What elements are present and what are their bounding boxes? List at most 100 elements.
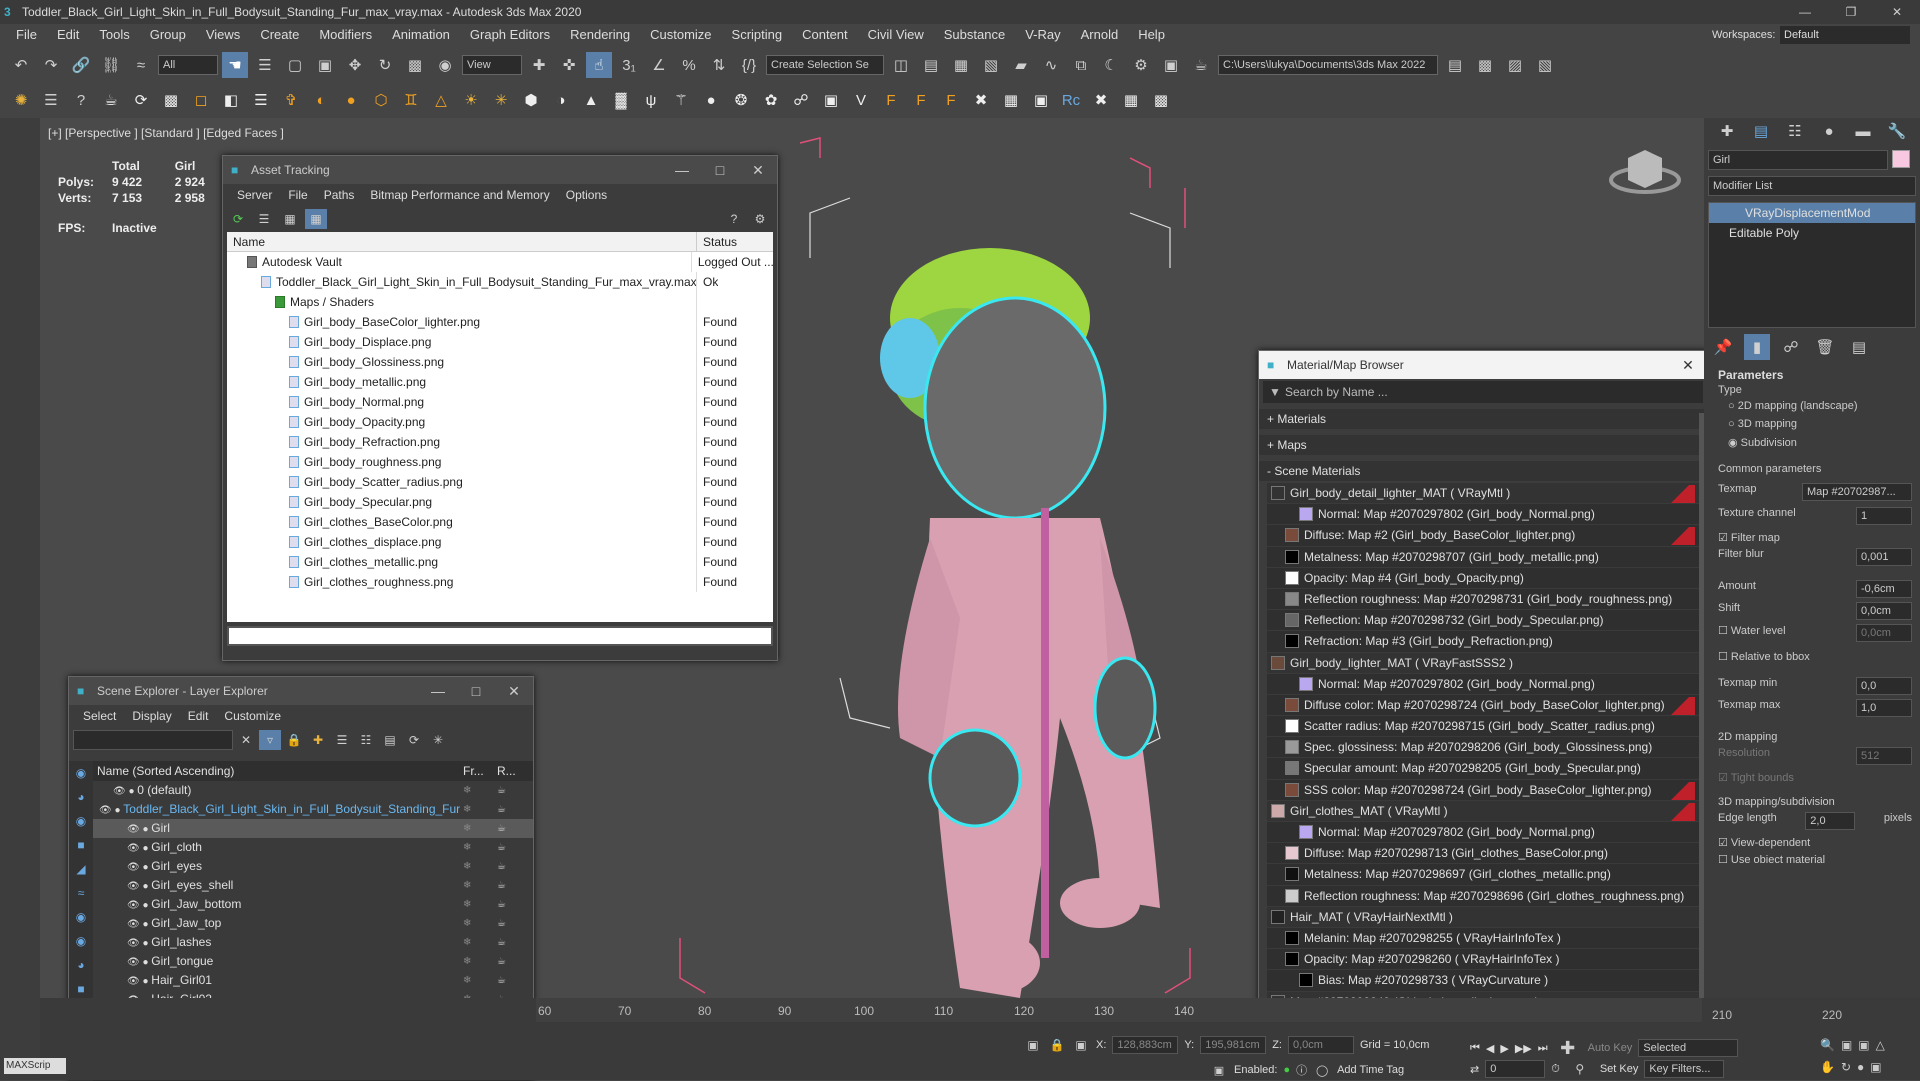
new-layer-icon[interactable]: ✚ [307,730,329,750]
rect-selection-icon[interactable]: ▢ [282,52,308,78]
table-view-icon[interactable]: ▦ [279,209,301,229]
display-tab-icon[interactable]: ▬ [1850,118,1876,144]
bitmap-icon[interactable]: ▣ [818,87,844,113]
render-icon[interactable]: ☕ [497,971,506,990]
ies-light-icon[interactable]: △ [428,87,454,113]
asset-path-field[interactable] [227,626,773,646]
scene-row[interactable]: 👁 ● Girl_Jaw_bottom ❄ ☕ [93,895,533,914]
freeze-icon[interactable]: ❄ [463,952,497,971]
list-view-icon[interactable]: ☰ [253,209,275,229]
zoom-icon[interactable]: 🔍 [1820,1038,1835,1052]
scene-col-freeze[interactable]: Fr... [463,761,497,781]
menu-substance[interactable]: Substance [934,24,1015,46]
move-icon[interactable]: ✥ [342,52,368,78]
enabled-indicator[interactable]: ● [1283,1064,1290,1076]
scatter-icon[interactable]: ✖ [1088,87,1114,113]
visibility-icon[interactable]: 👁 ● [127,862,151,873]
goto-start-icon[interactable]: ⏮ [1470,1042,1480,1055]
teapot-icon[interactable]: ☕ [98,87,124,113]
map-row[interactable]: Diffuse: Map #2 (Girl_body_BaseColor_lig… [1267,525,1703,547]
filter-map-checkbox[interactable]: ☑ Filter map [1718,531,1912,544]
scene-row[interactable]: 👁 ● Girl_eyes ❄ ☕ [93,857,533,876]
asset-row[interactable]: Girl_body_roughness.png Found [227,452,773,472]
percent-snap-icon[interactable]: % [676,52,702,78]
multi-material-icon[interactable]: ❂ [728,87,754,113]
water-level-spinner[interactable]: 0,0cm [1856,624,1912,642]
scene-row[interactable]: 👁 ● 0 (default) ❄ ☕ [93,781,533,800]
select-by-name-icon[interactable]: ☰ [252,52,278,78]
remove-modifier-icon[interactable]: 🗑 [1812,334,1838,360]
visibility-icon[interactable]: 👁 ● [127,976,151,987]
show-end-result-icon[interactable]: ▮ [1744,334,1770,360]
visibility-icon[interactable]: 👁 ● [127,843,151,854]
menu-modifiers[interactable]: Modifiers [309,24,382,46]
material-editor-icon[interactable]: ☾ [1098,52,1124,78]
render-icon[interactable]: ☕ [497,819,506,838]
se-menu-customize[interactable]: Customize [216,709,289,723]
modifier-list-select[interactable]: Modifier List [1708,176,1916,196]
map-row[interactable]: Opacity: Map #4 (Girl_body_Opacity.png) [1267,568,1703,589]
mesh-light-icon[interactable]: ⬡ [368,87,394,113]
scene-row[interactable]: 👁 ● Girl_cloth ❄ ☕ [93,838,533,857]
menu-help[interactable]: Help [1128,24,1175,46]
goto-end-icon[interactable]: ⏭ [1538,1042,1548,1055]
zoom-extents-icon[interactable]: ▣ [1858,1038,1869,1052]
orbit-icon[interactable]: ↻ [1841,1060,1851,1074]
time-config-button-icon[interactable]: ⏱ [1551,1063,1560,1076]
help-icon[interactable]: ? [723,209,745,229]
asset-row[interactable]: Girl_body_Glossiness.png Found [227,352,773,372]
highlight-icon[interactable]: ✳ [427,730,449,750]
texmap-button[interactable]: Map #20702987... [1802,483,1912,501]
render-icon[interactable]: ☕ [497,800,506,819]
material-row[interactable]: Girl_body_lighter_MAT ( VRayFastSSS2 ) [1267,652,1703,674]
set-key-button[interactable]: Set Key [1600,1063,1639,1075]
visibility-icon[interactable]: 👁 ● [113,786,137,797]
scene-row[interactable]: 👁 ● Girl_tongue ❄ ☕ [93,952,533,971]
scene-search-input[interactable] [73,730,233,750]
asset-tracking-minimize[interactable]: — [663,156,701,184]
texmap-max-spinner[interactable]: 1,0 [1856,699,1912,717]
absolute-mode-icon[interactable]: ▣ [1072,1036,1090,1054]
asset-row[interactable]: Toddler_Black_Girl_Light_Skin_in_Full_Bo… [227,272,773,292]
play-icon[interactable]: ▶ [1500,1042,1508,1055]
dome-light-icon[interactable]: ◐ [308,87,334,113]
asset-tracking-maximize[interactable]: □ [701,156,739,184]
zoom-all-icon[interactable]: ▣ [1841,1038,1852,1052]
track-bar[interactable]: 60 70 80 90 100 110 120 130 140 [536,998,1702,1022]
forest-pack-icon[interactable]: F [878,87,904,113]
parameters-header[interactable]: Parameters [1718,368,1912,382]
omni-light-icon[interactable]: ✞ [278,87,304,113]
select-manipulate-icon[interactable]: ✜ [556,52,582,78]
map-row[interactable]: Diffuse: Map #2070298713 (Girl_clothes_B… [1267,843,1703,865]
placement-icon[interactable]: ◉ [432,52,458,78]
bind-spacewarp-icon[interactable]: ≈ [128,52,154,78]
map-row[interactable]: Bias: Map #2070298733 ( VRayCurvature ) [1267,970,1703,992]
scene-row[interactable]: 👁 ● Girl_eyes_shell ❄ ☕ [93,876,533,895]
scene-row[interactable]: 👁 ● Girl_lashes ❄ ☕ [93,933,533,952]
relative-bbox-checkbox[interactable]: ☐ Relative to bbox [1718,650,1912,663]
add-to-layer-icon[interactable]: ☰ [331,730,353,750]
tight-bounds-checkbox[interactable]: ☑ Tight bounds [1718,771,1912,784]
project-folder-icon[interactable]: ▤ [1442,52,1468,78]
maxscript-listener[interactable]: MAXScrip [4,1058,66,1074]
menu-views[interactable]: Views [196,24,250,46]
scene-explorer-minimize[interactable]: — [419,677,457,705]
visibility-icon[interactable]: 👁 ● [99,805,123,816]
script-icon[interactable]: ▣ [1210,1062,1228,1078]
unlink-icon[interactable]: ⛓ [98,52,124,78]
map-row[interactable]: SSS color: Map #2070298724 (Girl_body_Ba… [1267,780,1703,801]
sky-icon[interactable]: ✳ [488,87,514,113]
col-status-header[interactable]: Status [697,232,737,251]
pivot-icon[interactable]: ✚ [526,52,552,78]
mirror-icon[interactable]: ◫ [888,52,914,78]
menu-vray[interactable]: V-Ray [1015,24,1070,46]
map-row[interactable]: Opacity: Map #2070298260 ( VRayHairInfoT… [1267,949,1703,971]
y-coordinate[interactable]: 195,981cm [1200,1036,1267,1054]
select-children-icon[interactable]: ▤ [379,730,401,750]
menu-group[interactable]: Group [140,24,196,46]
x-coordinate[interactable]: 128,883cm [1112,1036,1179,1054]
freeze-icon[interactable]: ❄ [463,800,497,819]
menu-animation[interactable]: Animation [382,24,460,46]
map-row[interactable]: Reflection: Map #2070298732 (Girl_body_S… [1267,610,1703,632]
time-tag-icon[interactable]: ◯ [1313,1062,1331,1078]
